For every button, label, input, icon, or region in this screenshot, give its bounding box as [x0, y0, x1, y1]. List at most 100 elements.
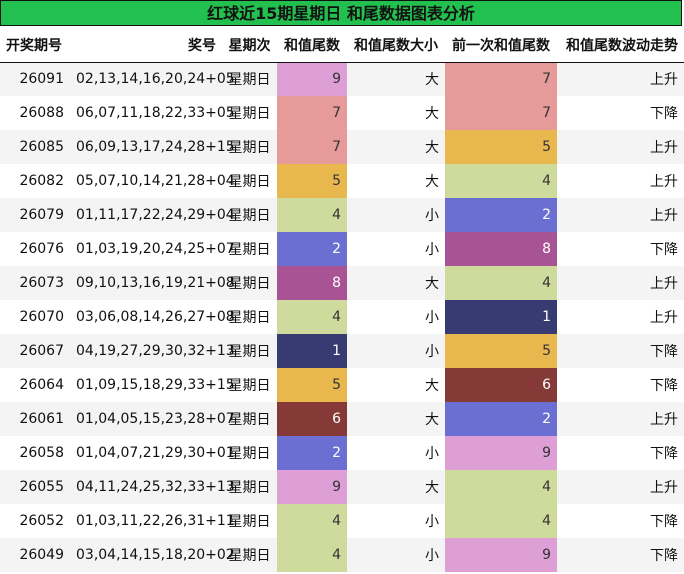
trend-cell: 上升 — [557, 402, 684, 436]
prev-tail-cell: 9 — [445, 538, 557, 572]
weekday-cell: 星期日 — [222, 538, 277, 572]
weekday-cell: 星期日 — [222, 96, 277, 130]
numbers-cell: 01,03,11,22,26,31+11 — [70, 504, 235, 538]
prev-tail-cell: 4 — [445, 504, 557, 538]
prev-tail-cell: 4 — [445, 470, 557, 504]
tail-size-cell: 小 — [347, 538, 445, 572]
numbers-cell: 03,04,14,15,18,20+02 — [70, 538, 235, 572]
tail-size-cell: 小 — [347, 300, 445, 334]
tail-size-cell: 大 — [347, 402, 445, 436]
trend-cell: 上升 — [557, 198, 684, 232]
issue-cell: 26067 — [0, 334, 70, 368]
trend-cell: 下降 — [557, 334, 684, 368]
table-row: 26058 01,04,07,21,29,30+01 星期日 2 小 9 下降 — [0, 436, 684, 470]
issue-cell: 26079 — [0, 198, 70, 232]
weekday-cell: 星期日 — [222, 266, 277, 300]
header-numbers: 奖号 — [70, 28, 222, 63]
tail-size-cell: 小 — [347, 334, 445, 368]
table-row: 26067 04,19,27,29,30,32+13 星期日 1 小 5 下降 — [0, 334, 684, 368]
issue-cell: 26055 — [0, 470, 70, 504]
weekday-cell: 星期日 — [222, 504, 277, 538]
numbers-cell: 01,03,19,20,24,25+07 — [70, 232, 235, 266]
header-trend: 和值尾数波动走势 — [557, 28, 684, 63]
issue-cell: 26061 — [0, 402, 70, 436]
tail-cell: 9 — [277, 470, 347, 504]
table-row: 26064 01,09,15,18,29,33+15 星期日 5 大 6 下降 — [0, 368, 684, 402]
weekday-cell: 星期日 — [222, 402, 277, 436]
prev-tail-cell: 9 — [445, 436, 557, 470]
trend-cell: 上升 — [557, 470, 684, 504]
issue-cell: 26085 — [0, 130, 70, 164]
issue-cell: 26064 — [0, 368, 70, 402]
header-tail-size: 和值尾数大小 — [347, 28, 445, 63]
tail-cell: 1 — [277, 334, 347, 368]
header-issue: 开奖期号 — [0, 28, 70, 63]
prev-tail-cell: 5 — [445, 334, 557, 368]
weekday-cell: 星期日 — [222, 130, 277, 164]
table-row: 26079 01,11,17,22,24,29+04 星期日 4 小 2 上升 — [0, 198, 684, 232]
tail-size-cell: 小 — [347, 232, 445, 266]
header-weekday: 星期次 — [222, 28, 277, 63]
table-row: 26085 06,09,13,17,24,28+15 星期日 7 大 5 上升 — [0, 130, 684, 164]
issue-cell: 26049 — [0, 538, 70, 572]
weekday-cell: 星期日 — [222, 300, 277, 334]
numbers-cell: 09,10,13,16,19,21+08 — [70, 266, 235, 300]
table-row: 26076 01,03,19,20,24,25+07 星期日 2 小 8 下降 — [0, 232, 684, 266]
trend-cell: 上升 — [557, 62, 684, 96]
header-tail: 和值尾数 — [277, 28, 347, 63]
issue-cell: 26076 — [0, 232, 70, 266]
numbers-cell: 01,11,17,22,24,29+04 — [70, 198, 235, 232]
trend-cell: 下降 — [557, 232, 684, 266]
numbers-cell: 01,04,05,15,23,28+07 — [70, 402, 235, 436]
weekday-cell: 星期日 — [222, 164, 277, 198]
prev-tail-cell: 8 — [445, 232, 557, 266]
tail-cell: 4 — [277, 300, 347, 334]
table-row: 26049 03,04,14,15,18,20+02 星期日 4 小 9 下降 — [0, 538, 684, 572]
prev-tail-cell: 2 — [445, 402, 557, 436]
tail-size-cell: 大 — [347, 266, 445, 300]
prev-tail-cell: 1 — [445, 300, 557, 334]
issue-cell: 26091 — [0, 62, 70, 96]
trend-cell: 上升 — [557, 266, 684, 300]
numbers-cell: 05,07,10,14,21,28+04 — [70, 164, 235, 198]
tail-cell: 6 — [277, 402, 347, 436]
tail-cell: 7 — [277, 96, 347, 130]
tail-size-cell: 小 — [347, 198, 445, 232]
tail-size-cell: 大 — [347, 62, 445, 96]
weekday-cell: 星期日 — [222, 368, 277, 402]
page-title: 红球近15期星期日 和尾数据图表分析 — [0, 0, 682, 26]
tail-cell: 9 — [277, 62, 347, 96]
numbers-cell: 01,09,15,18,29,33+15 — [70, 368, 235, 402]
numbers-cell: 02,13,14,16,20,24+05 — [70, 62, 235, 96]
tail-size-cell: 小 — [347, 504, 445, 538]
tail-cell: 8 — [277, 266, 347, 300]
prev-tail-cell: 6 — [445, 368, 557, 402]
prev-tail-cell: 5 — [445, 130, 557, 164]
tail-cell: 2 — [277, 232, 347, 266]
table-row: 26073 09,10,13,16,19,21+08 星期日 8 大 4 上升 — [0, 266, 684, 300]
tail-size-cell: 大 — [347, 368, 445, 402]
analysis-table: 开奖期号 奖号 星期次 和值尾数 和值尾数大小 前一次和值尾数 和值尾数波动走势… — [0, 28, 684, 572]
weekday-cell: 星期日 — [222, 334, 277, 368]
table-row: 26055 04,11,24,25,32,33+13 星期日 9 大 4 上升 — [0, 470, 684, 504]
tail-cell: 4 — [277, 198, 347, 232]
trend-cell: 下降 — [557, 504, 684, 538]
trend-cell: 下降 — [557, 96, 684, 130]
tail-size-cell: 小 — [347, 436, 445, 470]
numbers-cell: 06,07,11,18,22,33+05 — [70, 96, 235, 130]
tail-cell: 4 — [277, 504, 347, 538]
trend-cell: 上升 — [557, 300, 684, 334]
tail-cell: 5 — [277, 368, 347, 402]
tail-cell: 4 — [277, 538, 347, 572]
issue-cell: 26073 — [0, 266, 70, 300]
prev-tail-cell: 7 — [445, 96, 557, 130]
trend-cell: 上升 — [557, 164, 684, 198]
header-prev-tail: 前一次和值尾数 — [445, 28, 557, 63]
tail-size-cell: 大 — [347, 96, 445, 130]
numbers-cell: 03,06,08,14,26,27+08 — [70, 300, 235, 334]
numbers-cell: 04,19,27,29,30,32+13 — [70, 334, 235, 368]
trend-cell: 下降 — [557, 436, 684, 470]
prev-tail-cell: 4 — [445, 164, 557, 198]
tail-size-cell: 大 — [347, 164, 445, 198]
numbers-cell: 04,11,24,25,32,33+13 — [70, 470, 235, 504]
